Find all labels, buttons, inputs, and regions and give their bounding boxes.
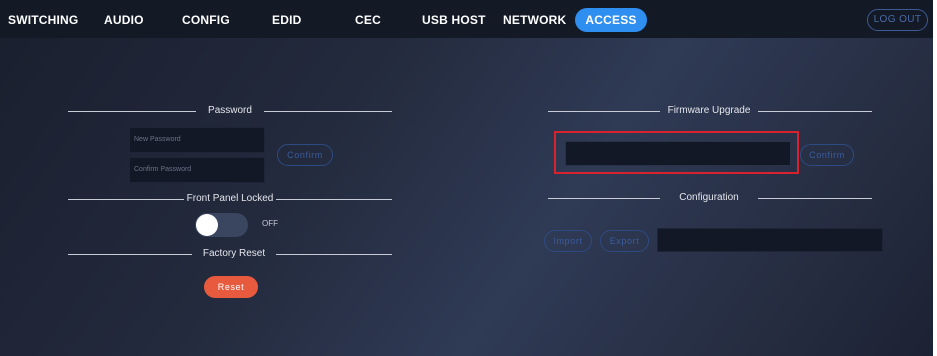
nav-tab-audio[interactable]: AUDIO	[104, 10, 144, 30]
configuration-section-header: Configuration	[548, 190, 872, 206]
firmware-title: Firmware Upgrade	[667, 105, 751, 116]
nav-tab-switching[interactable]: SWITCHING	[8, 10, 78, 30]
highlight-box	[554, 131, 799, 174]
divider	[264, 111, 392, 112]
password-title: Password	[208, 105, 252, 116]
export-button[interactable]: Export	[600, 230, 649, 252]
nav-tab-config[interactable]: CONFIG	[182, 10, 230, 30]
divider	[68, 254, 192, 255]
factory-reset-section-header: Factory Reset	[68, 246, 392, 262]
toggle-state-label: OFF	[262, 219, 278, 228]
configuration-title: Configuration	[679, 192, 739, 203]
window-edge	[933, 0, 937, 356]
logout-button[interactable]: LOG OUT	[867, 9, 928, 31]
divider	[548, 111, 660, 112]
firmware-section-header: Firmware Upgrade	[548, 103, 872, 119]
nav-tab-edid[interactable]: EDID	[272, 10, 301, 30]
nav-tab-access[interactable]: ACCESS	[575, 8, 647, 32]
divider	[68, 199, 184, 200]
nav-tab-network[interactable]: NETWORK	[503, 10, 566, 30]
nav-tab-usb-host[interactable]: USB HOST	[422, 10, 486, 30]
front-panel-title: Front Panel Locked	[186, 193, 274, 204]
confirm-password-input[interactable]: Confirm Password	[129, 157, 265, 183]
password-section-header: Password	[68, 103, 392, 119]
divider	[758, 111, 872, 112]
top-nav: SWITCHING AUDIO CONFIG EDID CEC USB HOST…	[0, 0, 933, 38]
firmware-confirm-button[interactable]: Confirm	[800, 144, 854, 166]
divider	[548, 198, 660, 199]
new-password-input[interactable]: New Password	[129, 127, 265, 153]
front-panel-lock-toggle[interactable]	[195, 213, 248, 237]
password-confirm-button[interactable]: Confirm	[277, 144, 333, 166]
configuration-file-field[interactable]	[657, 228, 883, 252]
toggle-knob	[196, 214, 218, 236]
divider	[276, 254, 392, 255]
import-button[interactable]: Import	[544, 230, 592, 252]
front-panel-section-header: Front Panel Locked	[68, 191, 392, 207]
factory-reset-title: Factory Reset	[202, 248, 266, 259]
factory-reset-button[interactable]: Reset	[204, 276, 258, 298]
nav-tab-cec[interactable]: CEC	[355, 10, 381, 30]
divider	[758, 198, 872, 199]
divider	[68, 111, 196, 112]
access-page: SWITCHING AUDIO CONFIG EDID CEC USB HOST…	[0, 0, 933, 356]
divider	[276, 199, 392, 200]
